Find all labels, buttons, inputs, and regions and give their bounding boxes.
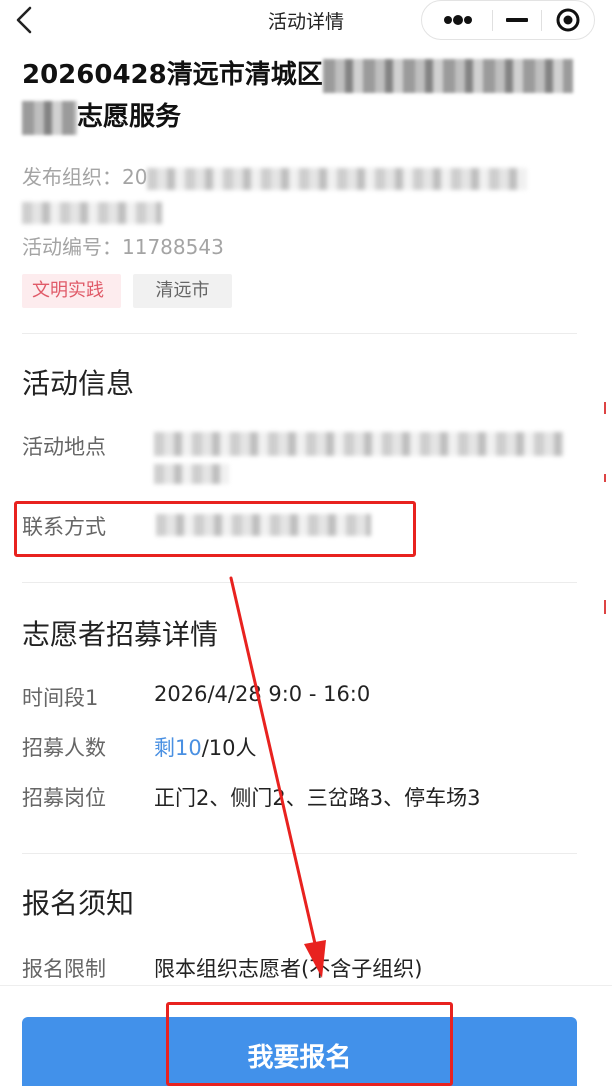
section-title-recruit: 志愿者招募详情 [22, 618, 219, 651]
redacted-title-part [322, 58, 573, 93]
activity-number-label: 活动编号： [22, 235, 122, 259]
signup-limit-value: 限本组织志愿者(不含子组织) [154, 957, 423, 981]
redacted-location [154, 464, 229, 484]
signup-limit-label: 报名限制 [22, 957, 106, 981]
section-divider [22, 333, 577, 334]
activity-title-line2: 志愿服务 [77, 102, 182, 132]
activity-title: 20260428清远市清城区 志愿服务 [22, 54, 582, 138]
close-button[interactable] [542, 1, 596, 39]
positions-value: 正门2、侧门2、三岔路3、停车场3 [154, 786, 481, 810]
annotation-highlight-contact [14, 501, 416, 557]
tag-civilization-practice: 文明实践 [22, 274, 121, 308]
section-divider [22, 582, 577, 583]
navigation-bar: 活动详情 [0, 0, 612, 40]
activity-number: 11788543 [122, 235, 224, 259]
more-dots-icon [444, 15, 472, 25]
section-title-activity-info: 活动信息 [22, 367, 135, 400]
time-slot-label: 时间段1 [22, 686, 99, 710]
target-circle-icon [556, 8, 580, 32]
redacted-title-part [22, 100, 77, 135]
minus-icon [506, 18, 528, 22]
location-value-redacted [154, 432, 564, 484]
mini-program-capsule [421, 0, 595, 40]
recruit-count-value: 剩10/10人 [154, 732, 257, 762]
minimize-button[interactable] [492, 1, 540, 39]
redacted-location [154, 432, 564, 456]
recruit-count-label: 招募人数 [22, 736, 106, 760]
remaining-count: 剩10 [154, 736, 202, 760]
activity-number-row: 活动编号：11788543 [22, 230, 582, 264]
edge-artifact [604, 402, 606, 414]
total-count: /10人 [201, 736, 257, 760]
activity-detail-page: 活动详情 20260428清远市清城区 志愿服务 发布组织：20 活动编号：11… [0, 0, 612, 1086]
activity-title-line1: 20260428清远市清城区 [22, 60, 323, 90]
publisher-value: 20 [122, 165, 148, 189]
annotation-highlight-signup [166, 1002, 453, 1086]
redacted-publisher [22, 201, 162, 224]
time-slot-value: 2026/4/28 9:0 - 16:0 [154, 682, 371, 706]
edge-artifact [604, 474, 606, 482]
publisher-label: 发布组织： [22, 165, 122, 189]
publisher-row: 发布组织：20 [22, 160, 582, 228]
location-label: 活动地点 [22, 435, 106, 459]
redacted-publisher [147, 167, 528, 190]
tag-city: 清远市 [133, 274, 232, 308]
section-divider [22, 853, 577, 854]
edge-artifact [604, 600, 606, 614]
section-title-notice: 报名须知 [22, 887, 135, 920]
positions-label: 招募岗位 [22, 786, 106, 810]
more-button[interactable] [422, 1, 492, 39]
